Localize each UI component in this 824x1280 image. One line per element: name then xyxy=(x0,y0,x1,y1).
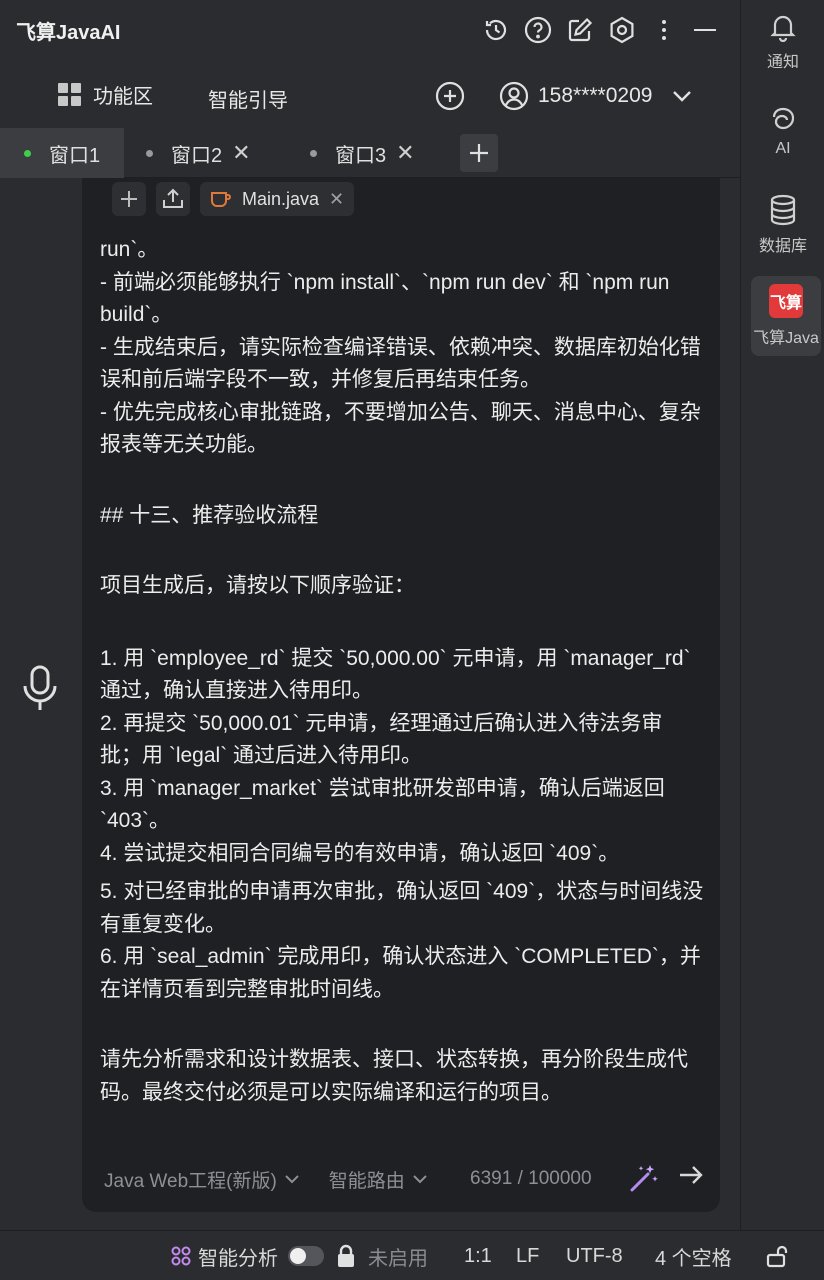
minimize-icon[interactable] xyxy=(688,12,724,48)
prompt-line: - 生成结束后，请实际检查编译错误、依赖冲突、数据库初始化错误和前后端字段不一致… xyxy=(100,335,701,392)
sidebar-item-label: AI xyxy=(775,140,791,157)
routing-select[interactable]: 智能路由 xyxy=(329,1166,427,1193)
routing-label: 智能路由 xyxy=(328,1170,405,1192)
sidebar-item-feisuan-java[interactable]: 飞算 飞算Java xyxy=(751,276,821,356)
close-icon[interactable]: ✕ xyxy=(396,140,414,166)
remove-file-icon[interactable]: ✕ xyxy=(329,189,344,210)
send-arrow-icon[interactable] xyxy=(678,1164,704,1192)
prompt-line: 请先分析需求和设计数据表、接口、状态转换，再分阶段生成代码。最终交付必须是可以实… xyxy=(100,1048,688,1104)
char-count-limit: 100000 xyxy=(528,1168,592,1189)
inactive-dot xyxy=(310,149,317,157)
history-icon[interactable] xyxy=(478,12,514,48)
prompt-line: 3. 用 `manager_market` 尝试审批研发部申请，确认后端返回 `… xyxy=(100,776,671,833)
app-title: 飞算JavaAI xyxy=(16,22,121,44)
prompt-line: - 前端必须能够执行 `npm install`、`npm run dev` 和… xyxy=(100,270,676,327)
sidebar-item-database[interactable]: 数据库 xyxy=(741,194,824,256)
prompt-line: 项目生成后，请按以下顺序验证： xyxy=(100,574,415,597)
function-area-button[interactable]: 功能区 xyxy=(58,80,153,109)
add-attachment-button[interactable] xyxy=(112,182,146,216)
user-menu[interactable]: 158****0209 xyxy=(498,80,692,112)
cursor-position[interactable]: 1:1 xyxy=(464,1231,492,1280)
file-name: Main.java xyxy=(242,188,320,209)
lock-status: 未启用 xyxy=(336,1231,428,1280)
sidebar-item-label: 数据库 xyxy=(758,238,807,255)
smart-analysis-toggle[interactable] xyxy=(288,1246,324,1266)
sidebar-item-ai[interactable]: AI xyxy=(741,104,824,158)
prompt-line: - 优先完成核心审批链路，不要增加公告、聊天、消息中心、复杂报表等无关功能。 xyxy=(100,400,701,457)
prompt-heading: ## 十三、推荐验收流程 xyxy=(100,503,319,527)
smart-analysis-label: 智能分析 xyxy=(198,1247,278,1270)
prompt-line: 4. 尝试提交相同合同编号的有效申请，确认返回 `409`。 xyxy=(100,841,620,865)
status-bar: 智能分析 未启用 1:1 LF UTF-8 4 个空格 xyxy=(0,1230,824,1280)
add-circle-icon[interactable] xyxy=(434,80,466,117)
char-count: 6391 / 100000 xyxy=(470,1168,592,1190)
user-icon xyxy=(499,81,529,111)
settings-icon[interactable] xyxy=(604,12,640,48)
ai-swirl-icon xyxy=(772,107,795,130)
char-count-separator: / xyxy=(517,1168,523,1189)
java-icon xyxy=(211,192,231,207)
tab-window-2[interactable]: 窗口2 ✕ xyxy=(146,128,251,178)
attachment-bar: Main.java ✕ xyxy=(112,182,355,216)
tab-label: 窗口2 xyxy=(171,144,223,167)
project-type-select[interactable]: Java Web工程(新版) xyxy=(104,1166,299,1193)
edit-icon[interactable] xyxy=(562,12,598,48)
file-chip[interactable]: Main.java ✕ xyxy=(200,182,355,216)
plus-icon xyxy=(470,144,488,162)
close-icon[interactable]: ✕ xyxy=(232,140,250,166)
file-encoding[interactable]: UTF-8 xyxy=(566,1231,623,1280)
secondary-toolbar: 功能区 智能引导 158****0209 xyxy=(0,74,740,120)
prompt-line: run`。 xyxy=(100,238,159,261)
grid-icon xyxy=(58,83,81,106)
tab-label: 窗口3 xyxy=(335,144,387,167)
chevron-down-icon xyxy=(413,1174,427,1183)
magic-wand-icon[interactable] xyxy=(628,1162,660,1200)
tab-window-3[interactable]: 窗口3 ✕ xyxy=(310,128,415,178)
prompt-line: 2. 再提交 `50,000.01` 元申请，经理通过后确认进入待法务审批；用 … xyxy=(100,711,663,768)
unlock-icon[interactable] xyxy=(766,1231,788,1280)
upload-icon xyxy=(163,188,183,208)
inactive-dot xyxy=(146,149,153,157)
indent-setting[interactable]: 4 个空格 xyxy=(655,1231,732,1280)
chevron-down-icon xyxy=(285,1174,299,1183)
smart-analysis[interactable]: 智能分析 xyxy=(170,1231,324,1280)
right-sidebar: 通知 AI 数据库 飞算 飞算Java xyxy=(740,0,824,1230)
char-count-value: 6391 xyxy=(470,1168,513,1189)
plus-icon xyxy=(121,191,137,207)
chevron-down-icon xyxy=(673,91,692,102)
help-icon[interactable] xyxy=(520,12,556,48)
tab-window-1[interactable]: 窗口1 xyxy=(0,128,124,178)
lock-icon xyxy=(338,1244,354,1267)
smart-guide-button[interactable]: 智能引导 xyxy=(208,84,288,113)
chat-footer: Java Web工程(新版) 智能路由 6391 / 100000 xyxy=(104,1164,704,1194)
function-area-label: 功能区 xyxy=(93,86,153,108)
bell-icon xyxy=(770,15,796,42)
active-dot xyxy=(24,149,31,157)
microphone-icon[interactable] xyxy=(20,664,60,717)
database-icon xyxy=(770,194,796,226)
sidebar-item-label: 飞算Java xyxy=(753,330,819,347)
upload-button[interactable] xyxy=(156,182,190,216)
sidebar-item-label: 通知 xyxy=(766,54,799,71)
prompt-line: 6. 用 `seal_admin` 完成用印，确认状态进入 `COMPLETED… xyxy=(100,945,701,1001)
disabled-label: 未启用 xyxy=(368,1247,428,1270)
feisuan-logo-icon: 飞算 xyxy=(769,284,803,318)
prompt-text[interactable]: run`。 - 前端必须能够执行 `npm install`、`npm run … xyxy=(100,234,704,1109)
prompt-line: 5. 对已经审批的申请再次审批，确认返回 `409`，状态与时间线没有重复变化。 xyxy=(100,880,704,936)
chat-input-panel: Main.java ✕ run`。 - 前端必须能够执行 `npm instal… xyxy=(82,178,720,1212)
prompt-line: 1. 用 `employee_rd` 提交 `50,000.00` 元申请，用 … xyxy=(100,646,697,703)
project-type-label: Java Web工程(新版) xyxy=(104,1170,277,1192)
tab-label: 窗口1 xyxy=(49,144,101,167)
analysis-icon xyxy=(171,1246,191,1266)
user-phone: 158****0209 xyxy=(538,84,653,107)
main-panel: 飞算JavaAI 功能区 智能引导 158****0209 窗口1 窗口2 ✕ … xyxy=(0,0,740,1230)
add-tab-button[interactable] xyxy=(460,134,498,172)
line-ending[interactable]: LF xyxy=(516,1231,539,1280)
window-tabs: 窗口1 窗口2 ✕ 窗口3 ✕ xyxy=(0,128,740,178)
sidebar-item-notify[interactable]: 通知 xyxy=(741,12,824,72)
top-toolbar xyxy=(478,12,730,48)
more-icon[interactable] xyxy=(646,12,682,48)
